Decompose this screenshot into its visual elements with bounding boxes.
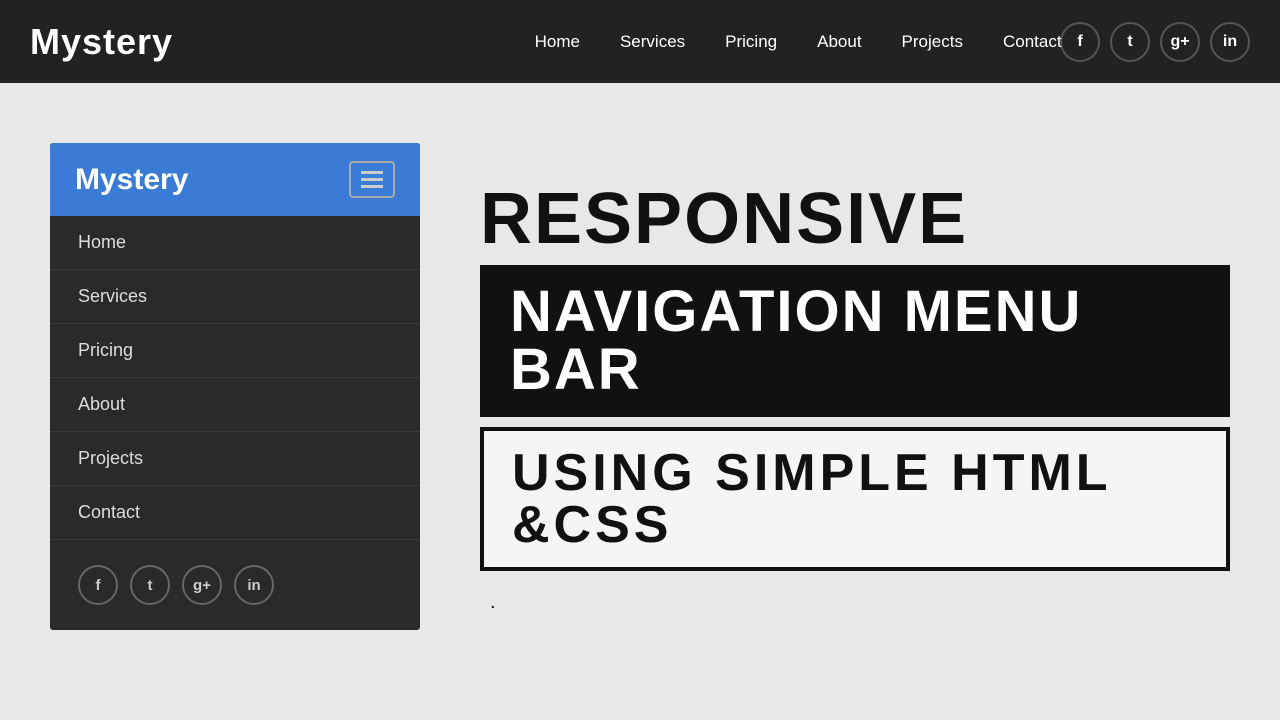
- nav-link-pricing[interactable]: Pricing: [725, 32, 777, 52]
- twitter-icon-mobile[interactable]: t: [130, 565, 170, 605]
- nav-link-about[interactable]: About: [817, 32, 861, 52]
- mobile-nav-link-pricing[interactable]: Pricing: [50, 324, 420, 378]
- hamburger-line-3: [361, 185, 383, 188]
- hamburger-line-1: [361, 171, 383, 174]
- hero-content: RESPONSIVE NAVIGATION MENU BAR USING SIM…: [460, 143, 1230, 614]
- hamburger-line-2: [361, 178, 383, 181]
- mobile-nav-link-home[interactable]: Home: [50, 216, 420, 270]
- hero-using-box: USING SIMPLE HTML &CSS: [480, 427, 1230, 571]
- twitter-icon-top[interactable]: t: [1110, 22, 1150, 62]
- nav-link-services[interactable]: Services: [620, 32, 685, 52]
- mobile-nav-link-services[interactable]: Services: [50, 270, 420, 324]
- top-navbar: Mystery Home Services Pricing About Proj…: [0, 0, 1280, 83]
- mobile-nav-link-projects[interactable]: Projects: [50, 432, 420, 486]
- brand-logo: Mystery: [30, 21, 173, 63]
- linkedin-icon-mobile[interactable]: in: [234, 565, 274, 605]
- google-plus-icon-top[interactable]: g+: [1160, 22, 1200, 62]
- mobile-menu-panel: Mystery Home Services Pricing About Proj…: [50, 143, 420, 630]
- hamburger-button[interactable]: [349, 161, 395, 198]
- hero-line1: RESPONSIVE: [480, 183, 1230, 255]
- mobile-brand-logo: Mystery: [75, 163, 188, 197]
- hero-line2: NAVIGATION MENU BAR: [510, 283, 1200, 399]
- main-content: Mystery Home Services Pricing About Proj…: [0, 83, 1280, 670]
- social-icons-top: f t g+ in: [1060, 22, 1250, 62]
- nav-link-contact[interactable]: Contact: [1003, 32, 1062, 52]
- nav-link-projects[interactable]: Projects: [902, 32, 963, 52]
- facebook-icon-top[interactable]: f: [1060, 22, 1100, 62]
- mobile-nav-link-about[interactable]: About: [50, 378, 420, 432]
- linkedin-icon-top[interactable]: in: [1210, 22, 1250, 62]
- facebook-icon-mobile[interactable]: f: [78, 565, 118, 605]
- nav-link-home[interactable]: Home: [535, 32, 580, 52]
- mobile-social-icons: f t g+ in: [50, 540, 420, 630]
- hero-dot: .: [480, 591, 1230, 614]
- mobile-nav-link-contact[interactable]: Contact: [50, 486, 420, 540]
- hero-line3: USING SIMPLE HTML &CSS: [512, 447, 1198, 551]
- nav-links: Home Services Pricing About Projects Con…: [535, 32, 1062, 52]
- mobile-nav-links: Home Services Pricing About Projects Con…: [50, 216, 420, 540]
- mobile-menu-header: Mystery: [50, 143, 420, 216]
- hero-nav-bar-box: NAVIGATION MENU BAR: [480, 265, 1230, 417]
- google-plus-icon-mobile[interactable]: g+: [182, 565, 222, 605]
